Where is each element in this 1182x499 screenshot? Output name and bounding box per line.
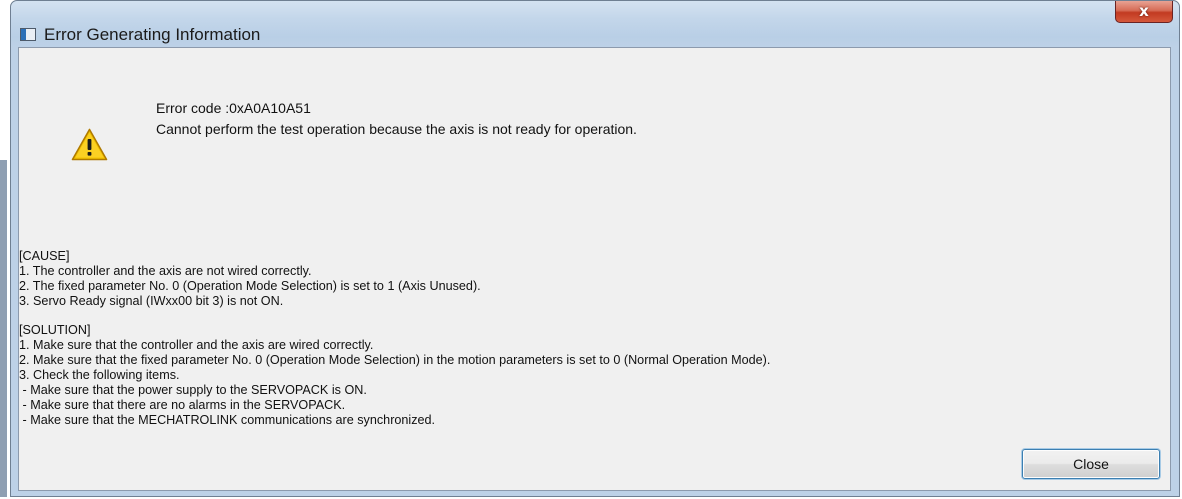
error-message: Cannot perform the test operation becaus… [156,121,637,137]
solution-line: 3. Check the following items. [19,367,180,382]
window-close-button[interactable]: x [1115,1,1173,23]
background-window-edge [0,160,7,497]
title-bar[interactable]: Error Generating Information x [11,1,1179,47]
solution-line: 1. Make sure that the controller and the… [19,337,374,352]
window-title: Error Generating Information [44,25,261,44]
cause-line: 1. The controller and the axis are not w… [19,263,312,278]
cause-line: 2. The fixed parameter No. 0 (Operation … [19,278,481,293]
warning-icon [71,128,108,161]
cause-heading: [CAUSE] [19,248,70,263]
error-code: Error code :0xA0A10A51 [156,100,311,116]
close-button[interactable]: Close [1022,449,1160,479]
solution-heading: [SOLUTION] [19,322,91,337]
error-details: [CAUSE] 1. The controller and the axis a… [19,248,770,427]
solution-line: 2. Make sure that the fixed parameter No… [19,352,771,367]
solution-line: - Make sure that there are no alarms in … [19,397,346,412]
solution-line: - Make sure that the MECHATROLINK commun… [19,412,436,427]
cause-line: 3. Servo Ready signal (IWxx00 bit 3) is … [19,293,284,308]
error-dialog: Error Generating Information x Error cod… [10,0,1180,497]
app-icon [20,28,36,41]
solution-line: - Make sure that the power supply to the… [19,382,367,397]
dialog-body: Error code :0xA0A10A51 Cannot perform th… [18,47,1171,491]
